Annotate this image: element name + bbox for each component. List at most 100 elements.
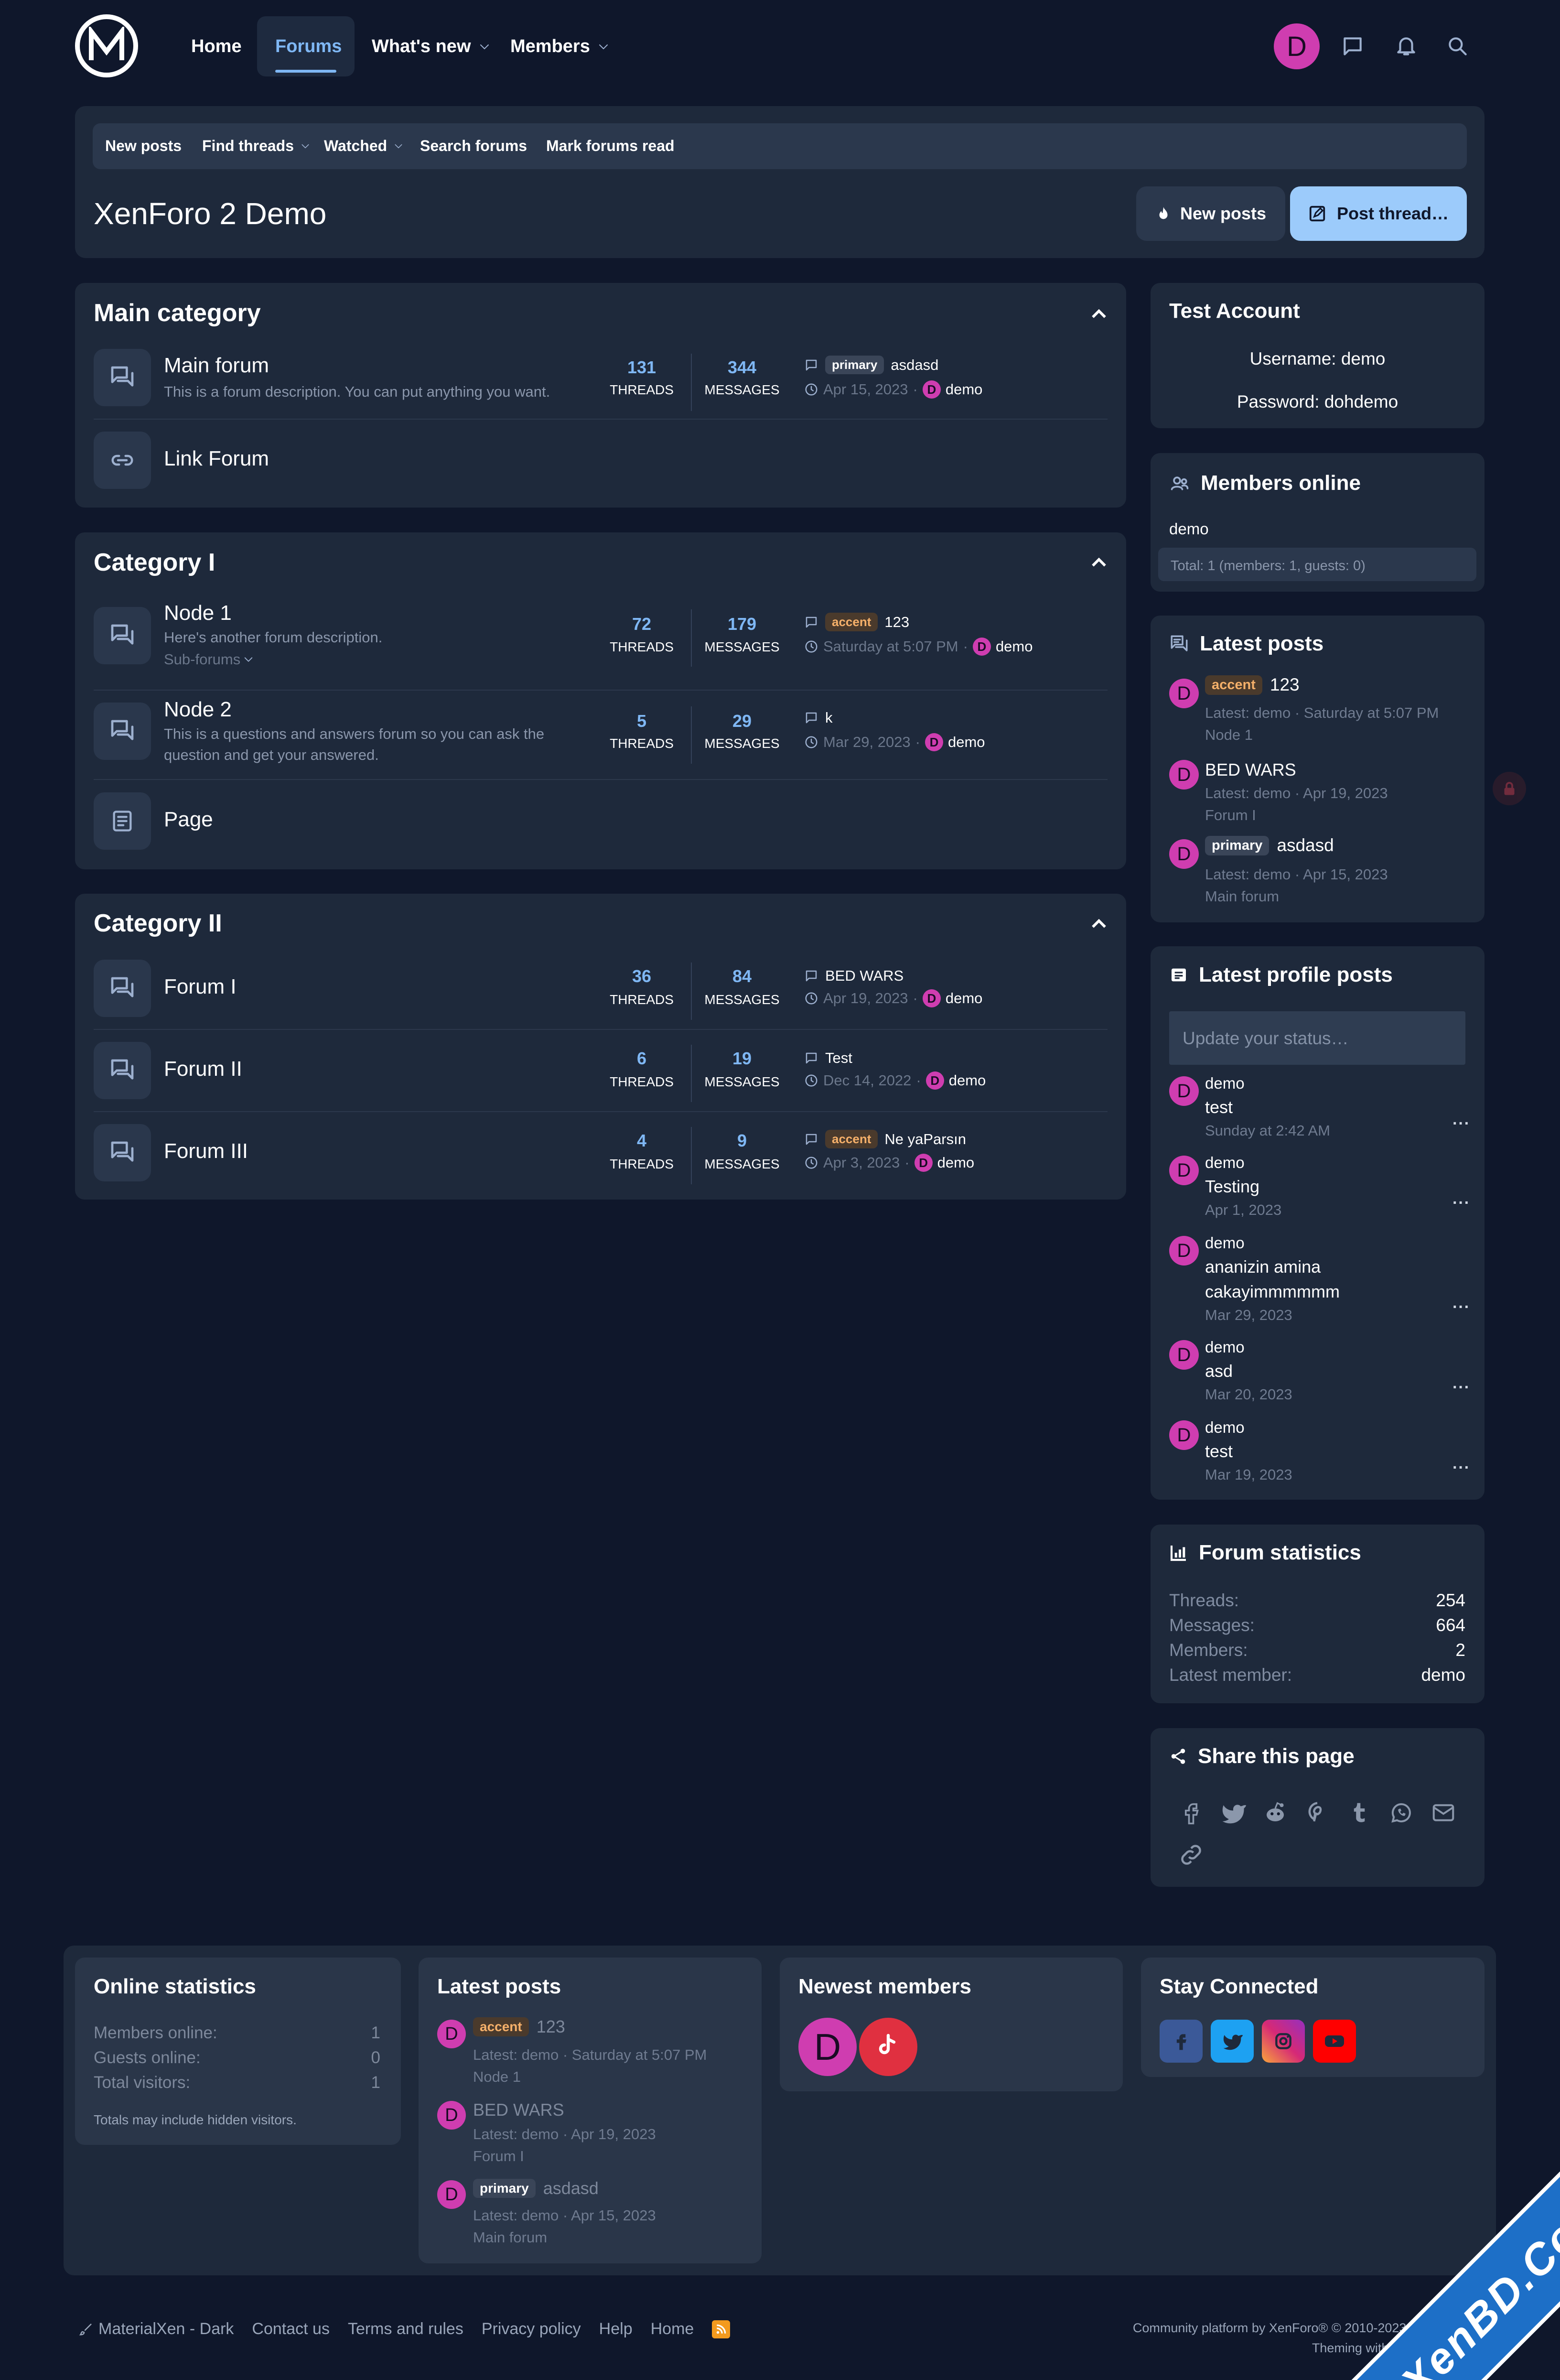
user-avatar[interactable]: D [1169,1156,1199,1185]
profile-post-user[interactable]: demo [1205,1418,1245,1437]
footer-link-home[interactable]: Home [651,2320,694,2338]
last-post-user[interactable]: demo [949,1072,986,1089]
subforums-toggle[interactable]: Sub-forums [164,649,254,670]
subnav-mark-read[interactable]: Mark forums read [546,137,675,155]
node-title-page[interactable]: Page [164,808,213,832]
last-post-user[interactable]: demo [996,638,1033,655]
footer-link-privacy[interactable]: Privacy policy [482,2320,581,2338]
subnav-search-forums[interactable]: Search forums [420,137,527,155]
latest-post-forum[interactable]: Node 1 [1205,726,1253,744]
facebook-button[interactable] [1160,2020,1203,2063]
instagram-button[interactable] [1262,2020,1305,2063]
footer-latest-post-forum[interactable]: Main forum [473,2229,547,2246]
search-icon[interactable] [1446,34,1470,58]
last-post-title[interactable]: BED WARS [804,967,904,984]
conversations-icon[interactable] [1341,34,1365,58]
pinterest-icon[interactable] [1304,1800,1330,1826]
user-avatar[interactable]: D [1169,1076,1199,1106]
youtube-button[interactable] [1313,2020,1356,2063]
latest-post-title[interactable]: accent 123 [1205,675,1300,695]
more-icon[interactable]: ··· [1452,1194,1470,1212]
category-title[interactable]: Main category [94,299,261,327]
nav-forums-tab[interactable]: Forums [257,16,355,76]
twitter-button[interactable] [1211,2020,1254,2063]
facebook-icon[interactable] [1178,1800,1204,1826]
footer-latest-post-title[interactable]: primary asdasd [473,2178,599,2198]
node-title-forum-iii[interactable]: Forum III [164,1139,248,1163]
post-thread-button[interactable]: Post thread… [1290,186,1467,241]
last-post-title[interactable]: Test [804,1049,852,1067]
footer-link-terms[interactable]: Terms and rules [348,2320,463,2338]
user-avatar[interactable]: D [1169,1340,1199,1370]
profile-post-user[interactable]: demo [1205,1074,1245,1093]
status-input[interactable]: Update your status… [1169,1011,1465,1065]
footer-link-help[interactable]: Help [599,2320,633,2338]
last-post-user[interactable]: demo [946,990,983,1007]
subnav-new-posts[interactable]: New posts [105,137,182,155]
latest-post-forum[interactable]: Forum I [1205,807,1256,824]
nav-home[interactable]: Home [191,36,242,57]
user-avatar[interactable]: D [437,2101,466,2130]
more-icon[interactable]: ··· [1452,1459,1470,1477]
footer-link-contact[interactable]: Contact us [252,2320,330,2338]
user-avatar[interactable]: D [1274,23,1320,69]
last-post-user[interactable]: demo [937,1154,975,1171]
subnav-find-threads[interactable]: Find threads [202,137,310,155]
last-post-user[interactable]: demo [948,734,985,751]
footer-latest-post-title[interactable]: BED WARS [473,2100,564,2120]
user-avatar[interactable]: D [1169,679,1199,708]
last-post-title[interactable]: accent 123 [804,613,909,631]
latest-post-forum[interactable]: Main forum [1205,888,1279,905]
member-avatar[interactable]: D [798,2018,857,2076]
node-title-forum-i[interactable]: Forum I [164,975,237,999]
node-title-main-forum[interactable]: Main forum [164,354,269,378]
user-avatar[interactable]: D [1169,760,1199,790]
last-post-user[interactable]: demo [946,381,983,398]
last-post-title[interactable]: primary asdasd [804,356,938,374]
latest-post-title[interactable]: BED WARS [1205,760,1296,780]
link-icon[interactable] [1178,1842,1204,1868]
more-icon[interactable]: ··· [1452,1378,1470,1397]
footer-latest-post-forum[interactable]: Node 1 [473,2068,521,2086]
new-posts-button[interactable]: New posts [1136,186,1285,241]
nav-whats-new[interactable]: What's new [372,36,490,57]
stat-value[interactable]: demo [1421,1665,1465,1685]
user-avatar[interactable]: D [437,2020,466,2048]
subnav-watched[interactable]: Watched [324,137,403,155]
node-title-forum-ii[interactable]: Forum II [164,1057,242,1081]
nav-members[interactable]: Members [510,36,609,57]
collapse-icon[interactable] [1088,552,1109,573]
user-avatar[interactable]: D [1169,1236,1199,1266]
more-icon[interactable]: ··· [1452,1114,1470,1133]
twitter-icon[interactable] [1220,1800,1246,1826]
style-chooser[interactable]: MaterialXen - Dark [79,2320,234,2338]
user-avatar[interactable]: D [437,2180,466,2209]
whatsapp-icon[interactable] [1388,1800,1414,1826]
node-title-link-forum[interactable]: Link Forum [164,447,269,471]
profile-post-user[interactable]: demo [1205,1338,1245,1356]
category-title[interactable]: Category I [94,548,215,577]
more-icon[interactable]: ··· [1452,1298,1470,1317]
tumblr-icon[interactable] [1346,1800,1372,1826]
node-title-node-1[interactable]: Node 1 [164,601,232,625]
members-online-title[interactable]: Members online [1169,471,1361,495]
footer-latest-post-title[interactable]: accent 123 [473,2017,565,2037]
collapse-icon[interactable] [1088,914,1109,935]
footer-latest-post-forum[interactable]: Forum I [473,2148,524,2165]
online-user[interactable]: demo [1169,520,1209,538]
user-avatar[interactable]: D [1169,839,1199,869]
email-icon[interactable] [1431,1800,1456,1826]
profile-posts-title[interactable]: Latest profile posts [1169,963,1393,987]
node-title-node-2[interactable]: Node 2 [164,698,232,722]
last-post-title[interactable]: accent Ne yaParsın [804,1130,966,1148]
collapse-icon[interactable] [1088,304,1109,325]
reddit-icon[interactable] [1262,1800,1288,1826]
bell-icon[interactable] [1394,34,1418,58]
category-title[interactable]: Category II [94,909,222,938]
latest-post-title[interactable]: primary asdasd [1205,835,1334,855]
latest-posts-title[interactable]: Latest posts [1169,632,1323,656]
profile-post-user[interactable]: demo [1205,1154,1245,1172]
last-post-title[interactable]: k [804,709,833,726]
member-avatar-dohtheme[interactable] [859,2018,917,2076]
site-logo[interactable] [75,14,138,77]
